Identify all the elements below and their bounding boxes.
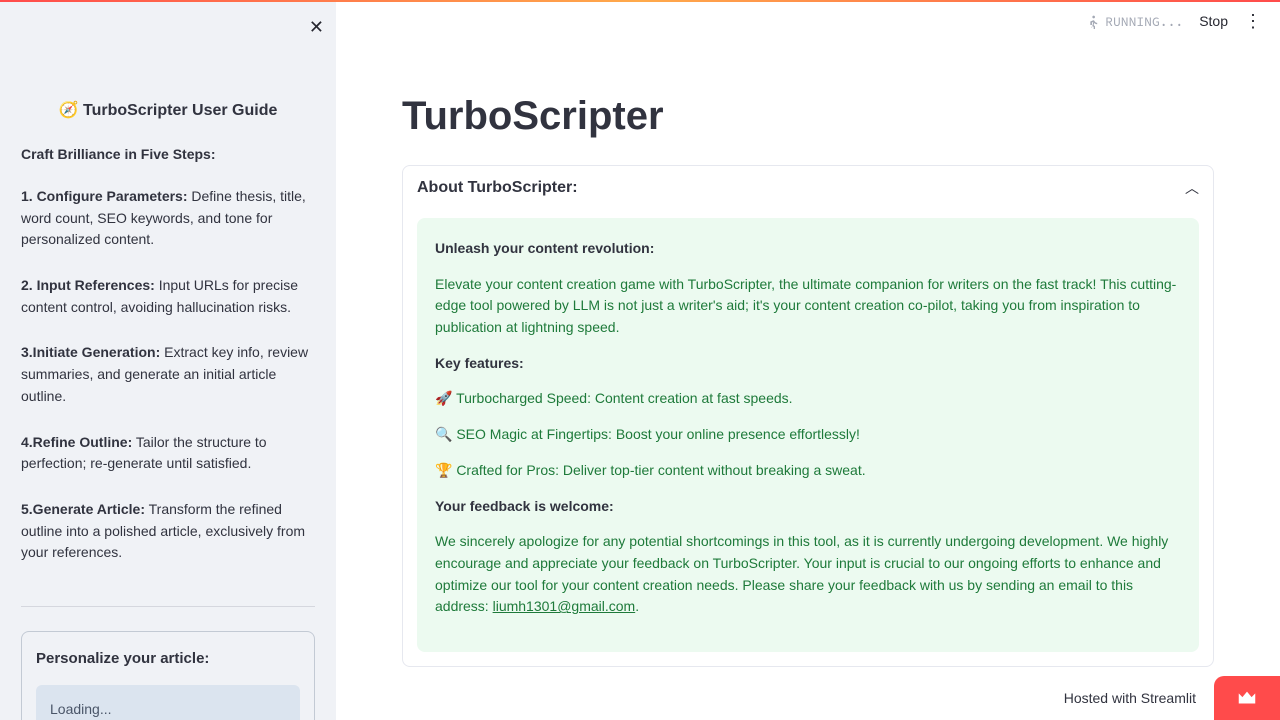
topbar: RUNNING... Stop ⋮ xyxy=(1085,12,1262,30)
stop-button[interactable]: Stop xyxy=(1199,13,1228,29)
features-heading: Key features: xyxy=(435,353,1181,375)
step-bold: 3.Initiate Generation: xyxy=(21,344,160,360)
main-content: RUNNING... Stop ⋮ TurboScripter About Tu… xyxy=(336,2,1280,720)
about-paragraph: Elevate your content creation game with … xyxy=(435,274,1181,339)
footer-hosted-label: Hosted with Streamlit xyxy=(1064,690,1196,706)
running-status: RUNNING... xyxy=(1085,13,1183,30)
running-label: RUNNING... xyxy=(1105,13,1183,30)
guide-step: 4.Refine Outline: Tailor the structure t… xyxy=(21,432,315,475)
feature-item: 🏆 Crafted for Pros: Deliver top-tier con… xyxy=(435,460,1181,482)
guide-step: 1. Configure Parameters: Define thesis, … xyxy=(21,186,315,251)
step-bold: 5.Generate Article: xyxy=(21,501,145,517)
crown-icon xyxy=(1236,687,1258,709)
personalize-card: Personalize your article: Loading... Loa… xyxy=(21,631,315,720)
feedback-text-tail: . xyxy=(635,598,639,614)
personalize-title: Personalize your article: xyxy=(36,650,300,667)
feedback-heading: Your feedback is welcome: xyxy=(435,496,1181,518)
sidebar: ✕ 🧭 TurboScripter User Guide Craft Brill… xyxy=(0,2,336,720)
guide-step: 2. Input References: Input URLs for prec… xyxy=(21,275,315,318)
running-icon xyxy=(1085,13,1101,29)
expander-body: Unleash your content revolution: Elevate… xyxy=(417,218,1199,652)
loading-placeholder: Loading... xyxy=(36,685,300,720)
feature-item: 🔍 SEO Magic at Fingertips: Boost your on… xyxy=(435,424,1181,446)
divider xyxy=(21,606,315,607)
guide-subheading: Craft Brilliance in Five Steps: xyxy=(21,146,315,162)
streamlit-crown-badge[interactable] xyxy=(1214,676,1280,720)
guide-title: 🧭 TurboScripter User Guide xyxy=(21,100,315,120)
expander-header[interactable]: About TurboScripter: ︿ xyxy=(403,166,1213,210)
about-expander: About TurboScripter: ︿ Unleash your cont… xyxy=(402,165,1214,667)
guide-step: 3.Initiate Generation: Extract key info,… xyxy=(21,342,315,407)
chevron-up-icon: ︿ xyxy=(1185,178,1199,198)
about-heading: Unleash your content revolution: xyxy=(435,238,1181,260)
guide-step: 5.Generate Article: Transform the refine… xyxy=(21,499,315,564)
step-bold: 4.Refine Outline: xyxy=(21,434,132,450)
step-bold: 2. Input References: xyxy=(21,277,155,293)
close-icon: ✕ xyxy=(309,17,324,37)
page-title: TurboScripter xyxy=(402,94,1214,139)
menu-kebab-icon[interactable]: ⋮ xyxy=(1244,12,1262,30)
expander-label: About TurboScripter: xyxy=(417,179,578,197)
close-sidebar-button[interactable]: ✕ xyxy=(309,17,324,38)
step-bold: 1. Configure Parameters: xyxy=(21,188,188,204)
feedback-paragraph: We sincerely apologize for any potential… xyxy=(435,531,1181,618)
feedback-email-link[interactable]: liumh1301@gmail.com xyxy=(493,598,636,614)
feature-item: 🚀 Turbocharged Speed: Content creation a… xyxy=(435,388,1181,410)
